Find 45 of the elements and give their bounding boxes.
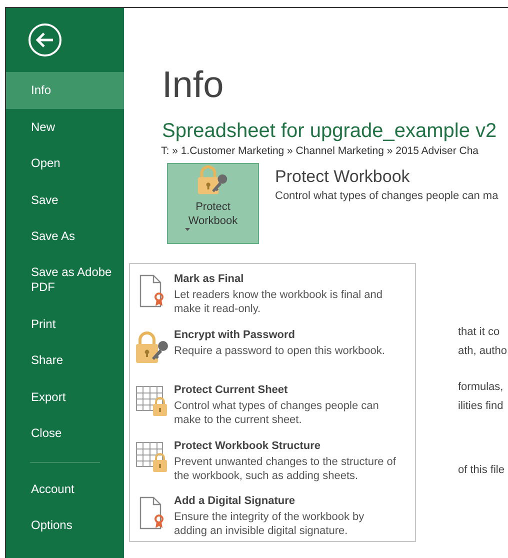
menu-item-description: Control what types of changes people can make to the current sheet. bbox=[174, 399, 380, 427]
lock-key-icon bbox=[135, 330, 169, 364]
nav-item[interactable]: Save bbox=[6, 182, 124, 218]
menu-item-title: Protect Workbook Structure bbox=[174, 438, 322, 452]
nav-item[interactable]: Save as Adobe PDF bbox=[6, 254, 124, 306]
nav-item[interactable]: New bbox=[6, 108, 124, 145]
nav-item[interactable]: Save As bbox=[6, 218, 124, 254]
protect-workbook-button[interactable]: Protect Workbook bbox=[167, 163, 259, 244]
menu-item-description: Prevent unwanted changes to the structure of the workbook, such as adding sheets. bbox=[174, 454, 396, 482]
menu-item[interactable]: Protect Current Sheet Control what types of changes people can make to the current sheet. bbox=[130, 380, 415, 436]
document-ribbon-icon bbox=[139, 274, 165, 308]
section-heading: Protect Workbook bbox=[275, 166, 411, 188]
menu-item[interactable]: Mark as Final Let readers know the workbook is final and make it read-only. bbox=[130, 269, 415, 324]
menu-item-title: Add a Digital Signature bbox=[174, 494, 296, 508]
menu-item[interactable]: Add a Digital Signature Ensure the integrity of the workbook by adding an invisible digital signature. bbox=[130, 491, 415, 546]
file-path: T: » 1.Customer Marketing » Channel Marketing » 2015 Adviser Cha bbox=[161, 144, 480, 158]
nav-item[interactable]: Export bbox=[6, 378, 124, 415]
body-text: formulas, bbox=[458, 380, 504, 394]
menu-item-description: Ensure the integrity of the workbook by adding an invisible digital signature. bbox=[174, 510, 366, 538]
menu-item-title: Encrypt with Password bbox=[174, 328, 296, 342]
document-ribbon-icon bbox=[139, 496, 165, 530]
menu-item[interactable]: Protect Workbook Structure Prevent unwanted changes to the structure of the workbook, such as adding sheets. bbox=[130, 436, 415, 491]
nav-item[interactable]: Share bbox=[6, 342, 124, 378]
nav-item[interactable]: Account bbox=[6, 470, 124, 507]
body-text: of this file bbox=[458, 463, 506, 477]
body-text: ilities find bbox=[458, 399, 504, 413]
workbook-title: Spreadsheet for upgrade_example v2 bbox=[162, 119, 498, 143]
menu-item-description: Require a password to open this workbook. bbox=[174, 344, 386, 358]
body-text: that it co bbox=[458, 325, 501, 339]
menu-item-title: Mark as Final bbox=[174, 272, 245, 286]
section-description: Control what types of changes people can ma bbox=[275, 190, 498, 202]
grid-lock-icon bbox=[135, 385, 169, 417]
caret-icon bbox=[185, 228, 190, 231]
nav-item[interactable]: Print bbox=[6, 306, 124, 342]
nav-item[interactable]: Open bbox=[6, 145, 124, 182]
page-heading: Info bbox=[162, 63, 225, 107]
nav-item[interactable]: Options bbox=[6, 507, 124, 544]
nav-item[interactable]: Close bbox=[6, 415, 124, 452]
back-icon[interactable] bbox=[28, 23, 62, 57]
menu-item-title: Protect Current Sheet bbox=[174, 383, 289, 397]
body-text: ath, autho bbox=[458, 344, 508, 358]
grid-lock-icon bbox=[135, 440, 169, 472]
menu-item[interactable]: Encrypt with Password Require a password to open this workbook. bbox=[130, 324, 415, 380]
nav-item[interactable]: Info bbox=[6, 72, 124, 108]
menu-item-description: Let readers know the workbook is final and make it read-only. bbox=[174, 288, 384, 316]
